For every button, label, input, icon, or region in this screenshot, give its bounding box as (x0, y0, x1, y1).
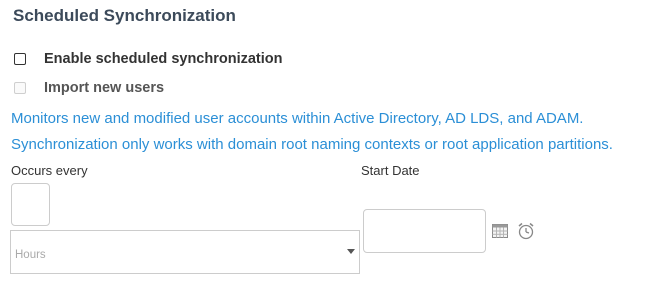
occurs-every-number-input[interactable] (11, 183, 50, 226)
enable-scheduled-sync-checkbox[interactable] (14, 53, 26, 65)
import-new-users-option: Import new users (14, 80, 164, 96)
occurs-every-unit-value: Hours (15, 249, 46, 261)
calendar-icon[interactable] (492, 224, 508, 238)
import-new-users-label: Import new users (44, 80, 165, 96)
info-text-sync-limitation: Synchronization only works with domain r… (11, 136, 613, 153)
import-new-users-checkbox (14, 82, 26, 94)
info-text-monitors: Monitors new and modified user accounts … (11, 110, 584, 127)
enable-scheduled-sync-option[interactable]: Enable scheduled synchronization (14, 51, 283, 67)
chevron-down-icon (347, 249, 355, 254)
enable-scheduled-sync-label[interactable]: Enable scheduled synchronization (44, 51, 283, 67)
occurs-every-unit-select[interactable]: Hours (10, 230, 360, 274)
section-title: Scheduled Synchronization (13, 6, 236, 25)
start-date-input[interactable] (363, 209, 486, 253)
occurs-every-label: Occurs every (11, 163, 88, 178)
scheduled-sync-panel: Scheduled Synchronization Enable schedul… (0, 0, 663, 282)
start-date-label: Start Date (361, 163, 420, 178)
clock-icon[interactable] (517, 222, 535, 240)
